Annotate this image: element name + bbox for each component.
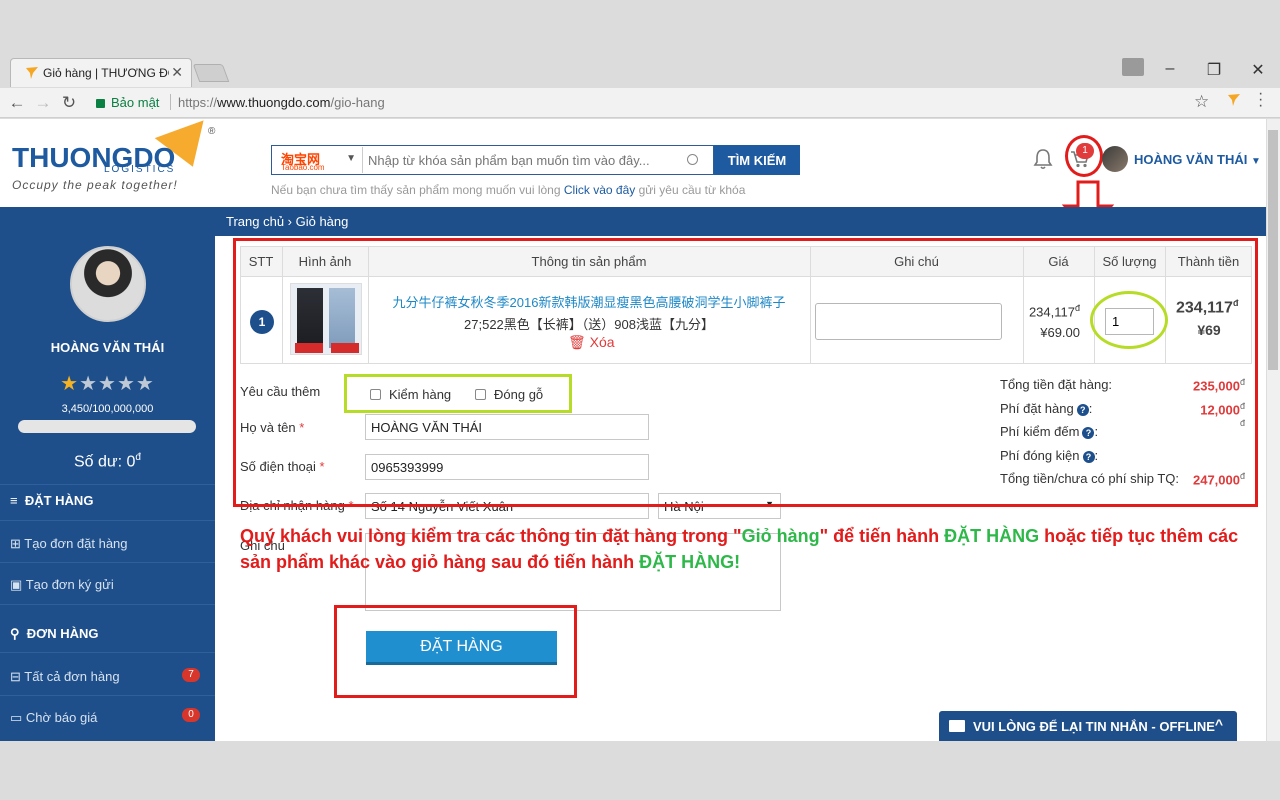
bell-icon[interactable]: [1033, 148, 1053, 170]
sidebar-user-name: HOÀNG VĂN THÁI: [50, 340, 165, 355]
cart-icon: ⊞: [10, 536, 21, 551]
bookmark-star-icon[interactable]: ☆: [1194, 92, 1209, 112]
sidebar-item-label: Chờ báo giá: [25, 710, 98, 725]
minimize-icon[interactable]: –: [1160, 60, 1180, 78]
star-icon: ★: [135, 373, 155, 395]
database-icon: ≡: [10, 493, 18, 508]
box-icon: ▣: [10, 577, 23, 592]
place-order-button[interactable]: ĐẶT HÀNG: [366, 631, 557, 665]
sidebar-section-label: ĐẶT HÀNG: [24, 493, 94, 508]
back-arrow-icon[interactable]: ←: [8, 93, 26, 113]
notice-highlight: ĐẶT HÀNG!: [639, 552, 741, 572]
window-close-icon[interactable]: ✕: [1248, 60, 1268, 80]
avatar[interactable]: [1102, 146, 1128, 172]
chevron-up-icon[interactable]: ^: [1215, 716, 1223, 732]
points-progress-bar: [18, 420, 196, 433]
basket-icon: ⊟: [10, 669, 21, 684]
sidebar-divider: [0, 562, 215, 563]
search-icon: ⚲: [10, 626, 20, 641]
star-icon: ★: [98, 373, 117, 395]
sidebar-section-label: ĐƠN HÀNG: [26, 626, 99, 641]
sidebar-divider: [0, 604, 215, 605]
scrollbar-thumb[interactable]: [1268, 130, 1278, 370]
sidebar-item-label: Tạo đơn ký gửi: [25, 577, 114, 592]
sidebar-points: 3,450/100,000,000: [61, 403, 154, 415]
browser-profile-icon[interactable]: [1122, 58, 1144, 76]
sidebar-divider: [0, 520, 215, 521]
url-path: /gio-hang: [330, 95, 385, 110]
sidebar-item-label: Tất cả đơn hàng: [24, 669, 120, 684]
browser-menu-icon[interactable]: · · ·: [1258, 86, 1263, 114]
badge-quote-pending: 0: [182, 708, 200, 722]
balance-unit: đ: [135, 452, 141, 463]
rating-stars: ★★★★★: [0, 371, 215, 396]
sidebar-item-quote-pending[interactable]: ▭ Chờ báo giá: [10, 710, 97, 726]
sidebar-item-create-order[interactable]: ⊞ Tạo đơn đặt hàng: [10, 536, 128, 552]
search-hint-text: Nếu bạn chưa tìm thấy sản phẩm mong muốn…: [271, 183, 564, 197]
sidebar-divider: [0, 652, 215, 653]
tab-close-icon[interactable]: ✕: [171, 64, 183, 81]
tab-title: Giỏ hàng | THƯƠNG ĐÔ: [43, 66, 169, 80]
search-button[interactable]: TÌM KIẾM: [714, 145, 800, 175]
user-menu[interactable]: HOÀNG VĂN THÁI ▼: [1134, 152, 1261, 167]
chat-widget[interactable]: VUI LÒNG ĐỂ LẠI TIN NHẮN - OFFLINE ^: [939, 711, 1237, 741]
chevron-down-icon: ▼: [346, 153, 356, 164]
logo-registered: ®: [208, 126, 216, 137]
sidebar-item-create-consignment[interactable]: ▣ Tạo đơn ký gửi: [10, 577, 114, 593]
browser-tab[interactable]: Giỏ hàng | THƯƠNG ĐÔ ✕: [10, 58, 192, 87]
extension-icon[interactable]: [1226, 93, 1242, 107]
user-name-label: HOÀNG VĂN THÁI: [1134, 152, 1248, 167]
secure-indicator[interactable]: Bảo mật: [96, 95, 159, 110]
lock-icon: [96, 99, 105, 108]
search-source-select[interactable]: 淘宝网 Taobao.com ▼: [273, 147, 363, 173]
notice-text: " để tiến hành: [819, 526, 945, 546]
logo-subtitle: LOGISTICS: [104, 164, 176, 175]
sidebar-item-label: Tạo đơn đặt hàng: [24, 536, 128, 551]
notice-highlight: Giỏ hàng: [741, 526, 820, 546]
address-bar[interactable]: https://www.thuongdo.com/gio-hang: [178, 95, 385, 110]
sidebar-avatar[interactable]: [70, 246, 146, 322]
badge-all-orders: 7: [182, 668, 200, 682]
chat-label: VUI LÒNG ĐỂ LẠI TIN NHẮN - OFFLINE: [973, 719, 1215, 734]
notice-text: Quý khách vui lòng kiểm tra các thông ti…: [240, 526, 742, 546]
url-host: www.thuongdo.com: [217, 95, 331, 110]
restore-icon[interactable]: ❐: [1204, 60, 1224, 80]
cart-highlight-box: [233, 238, 1258, 507]
sidebar-item-all-orders[interactable]: ⊟ Tất cả đơn hàng: [10, 669, 120, 685]
mail-icon: [949, 720, 965, 732]
instruction-notice: Quý khách vui lòng kiểm tra các thông ti…: [240, 523, 1255, 575]
url-scheme: https://: [178, 95, 218, 110]
site-favicon-icon: [26, 67, 38, 79]
sidebar-divider: [0, 484, 215, 485]
browser-titlebar: [0, 0, 1280, 88]
logo-tagline: Occupy the peak together!: [12, 178, 178, 192]
secure-label: Bảo mật: [111, 95, 160, 110]
star-icon: ★: [116, 373, 136, 395]
caret-down-icon: ▼: [1251, 156, 1261, 167]
notice-highlight: ĐẶT HÀNG: [944, 526, 1040, 546]
new-tab-button[interactable]: [192, 64, 230, 82]
forward-arrow-icon[interactable]: →: [34, 93, 52, 113]
star-icon: ★: [79, 373, 99, 395]
cart-count-badge: 1: [1076, 143, 1094, 159]
camera-search-icon[interactable]: [687, 154, 698, 165]
sidebar-balance: Số dư: 0đ: [0, 452, 215, 471]
sidebar-divider: [0, 695, 215, 696]
page-bottom-area: [0, 741, 1280, 800]
search-input[interactable]: [368, 150, 688, 170]
search-hint-link[interactable]: Click vào đây: [564, 183, 635, 197]
sidebar-section-order[interactable]: ≡ ĐẶT HÀNG: [10, 493, 93, 508]
search-hint-text-end: gửi yêu cầu từ khóa: [635, 183, 746, 197]
taobao-sublogo: Taobao.com: [281, 163, 325, 172]
sidebar-section-orders[interactable]: ⚲ ĐƠN HÀNG: [10, 626, 99, 642]
nav-bar: [0, 207, 1266, 236]
reload-icon[interactable]: ↻: [60, 93, 78, 113]
balance-label: Số dư: 0: [74, 453, 136, 471]
url-separator: [170, 94, 171, 110]
search-hint: Nếu bạn chưa tìm thấy sản phẩm mong muốn…: [271, 183, 745, 197]
breadcrumb[interactable]: Trang chủ › Giỏ hàng: [226, 214, 348, 229]
star-icon: ★: [60, 373, 80, 395]
chat-icon: ▭: [10, 710, 23, 725]
